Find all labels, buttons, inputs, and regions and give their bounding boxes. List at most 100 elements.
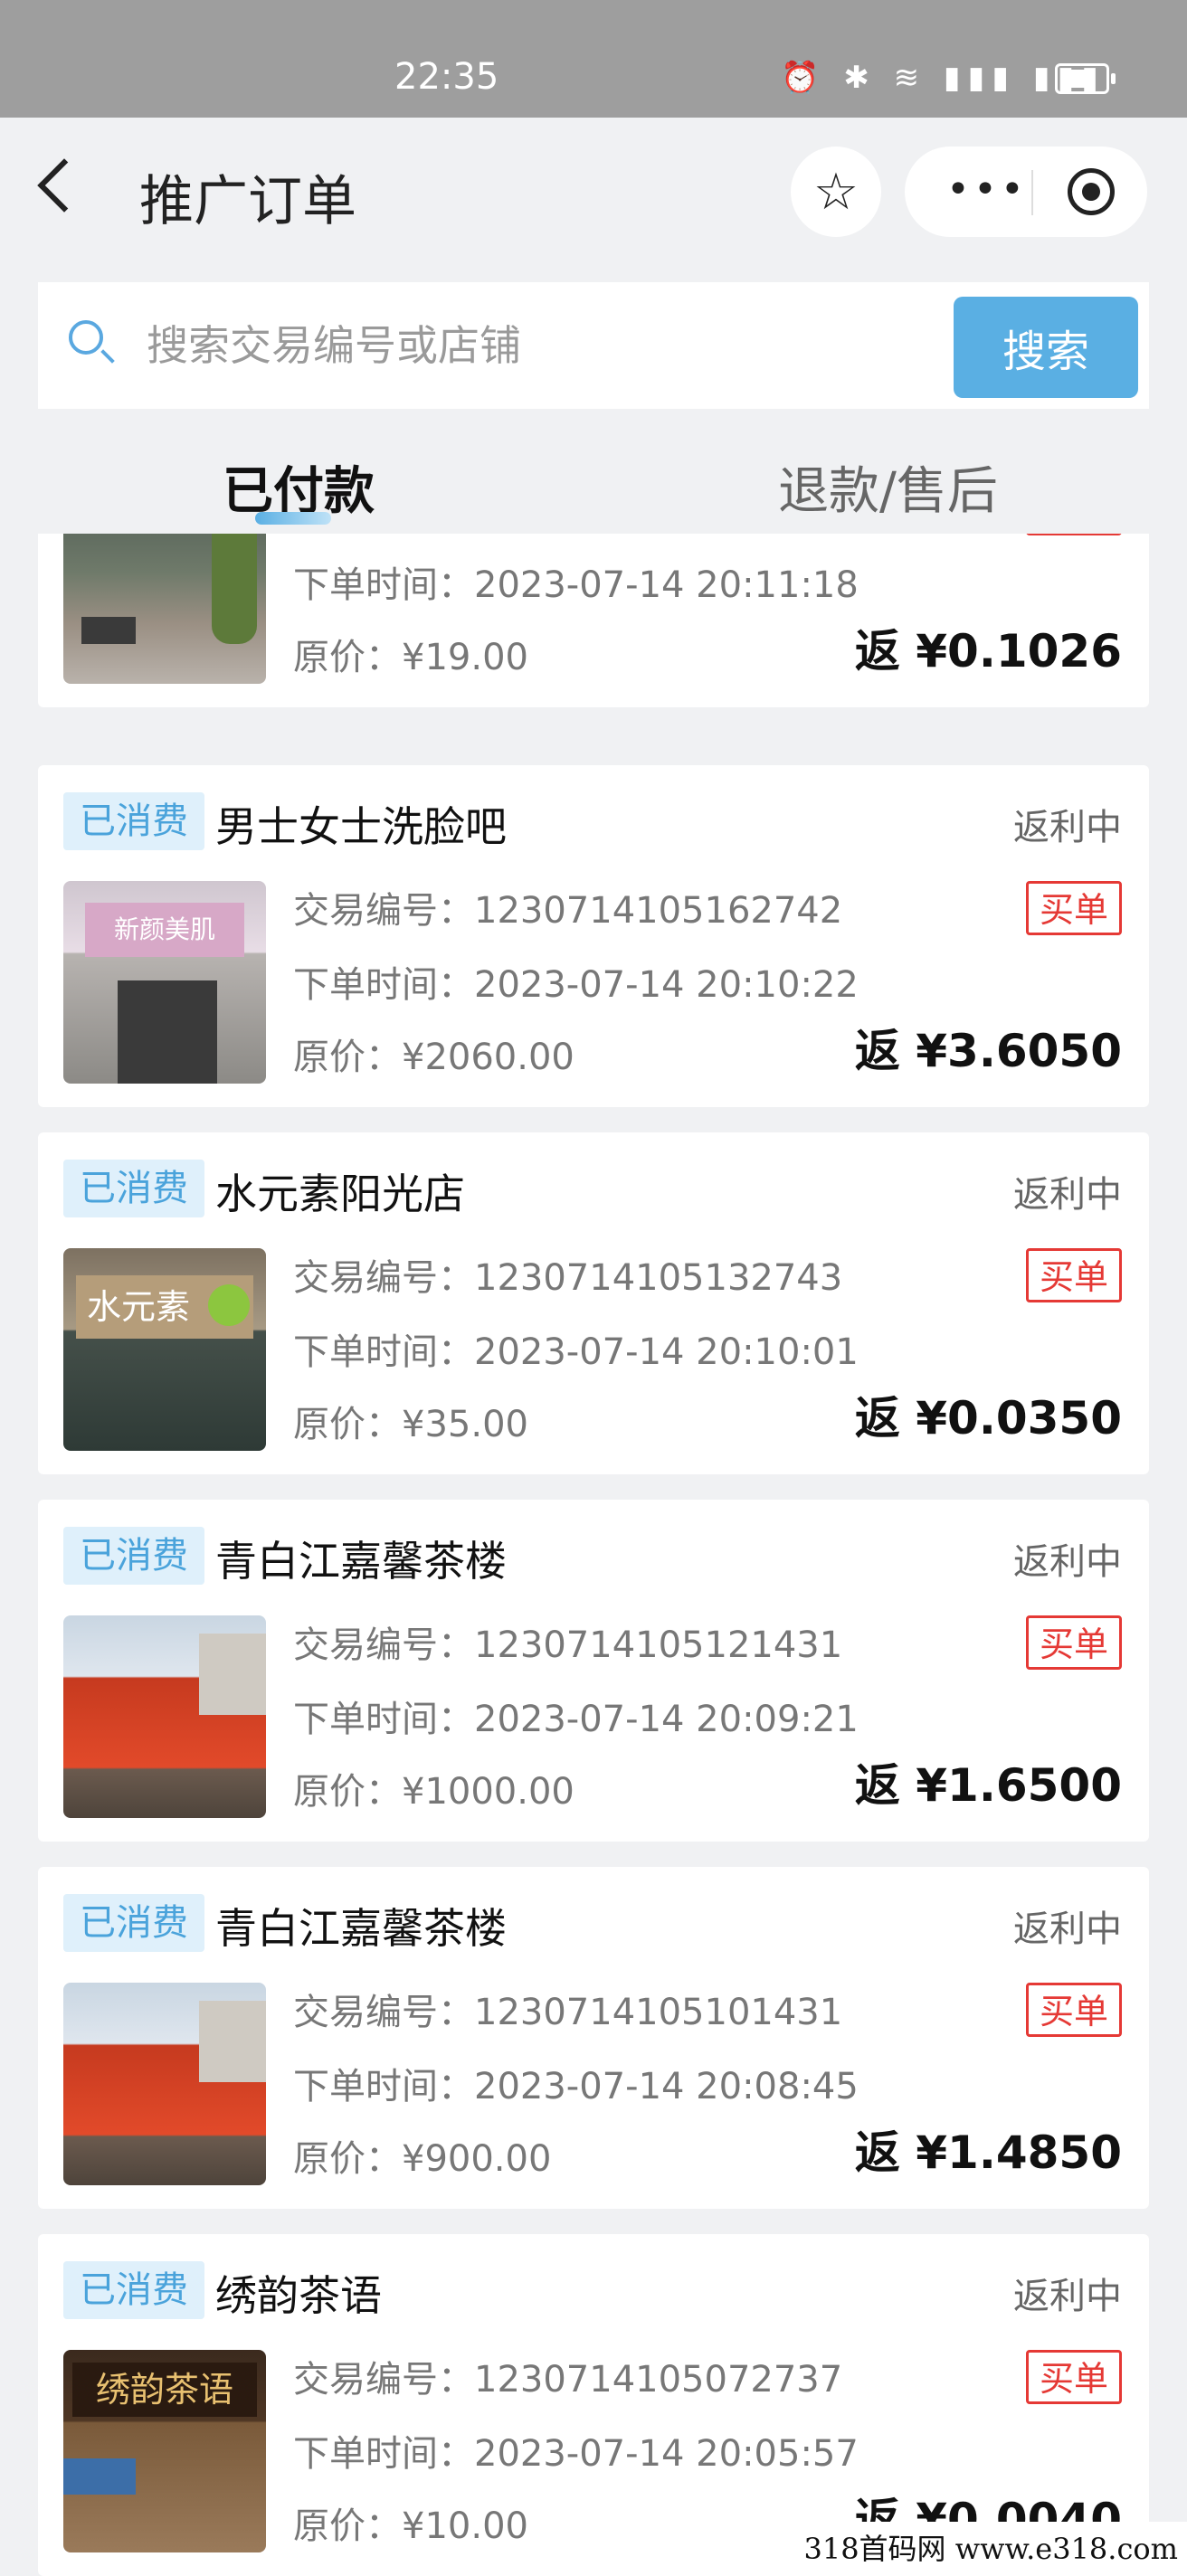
- order-time-value: 2023-07-14 20:10:01: [474, 1331, 859, 1373]
- consumed-badge: 已消费: [63, 792, 204, 850]
- trade-no-label: 交易编号：: [293, 890, 474, 932]
- site-watermark: 318首码网 www.e318.com: [791, 2522, 1187, 2576]
- order-time-row: 下单时间：2023-07-14 20:08:45: [293, 2057, 859, 2109]
- order-time-label: 下单时间：: [293, 564, 474, 606]
- order-time-value: 2023-07-14 20:10:22: [474, 964, 859, 1006]
- rebate-value: ¥0.1026: [916, 625, 1122, 677]
- order-time-row: 下单时间：2023-07-14 20:09:21: [293, 1690, 859, 1742]
- search-input[interactable]: [145, 313, 963, 378]
- rebate-value: ¥1.4850: [916, 2126, 1122, 2179]
- thumb-sign-text: 绣韵茶语: [72, 2363, 257, 2417]
- shop-name: 青白江嘉馨茶楼: [215, 1904, 507, 1953]
- rebate-amount: 返 ¥0.0350: [855, 1382, 1122, 1447]
- shop-thumbnail: [63, 1615, 266, 1818]
- tab-refund-aftersale[interactable]: 退款/售后: [778, 450, 998, 524]
- trade-no-value: 1230714105121431: [474, 1624, 843, 1666]
- shop-thumbnail: [63, 1983, 266, 2185]
- price-row: 原价：¥900.00: [293, 2129, 551, 2182]
- shop-thumbnail: 绣韵茶语: [63, 2350, 266, 2552]
- thumb-sign-text: 新颜美肌: [85, 903, 244, 957]
- price-row: 原价：¥19.00: [293, 628, 528, 680]
- star-icon[interactable]: ☆: [791, 147, 881, 237]
- order-time-label: 下单时间：: [293, 1331, 474, 1373]
- price-label: 原价：: [293, 1037, 402, 1078]
- trade-no-value: 1230714105101431: [474, 1992, 843, 2033]
- price-label: 原价：: [293, 2138, 402, 2180]
- order-list[interactable]: 买单 下单时间：2023-07-14 20:11:18 原价：¥19.00 返 …: [0, 534, 1187, 2576]
- rebate-value: ¥0.0350: [916, 1392, 1122, 1444]
- order-card[interactable]: 已消费 青白江嘉馨茶楼 返利中 交易编号：1230714105121431 买单…: [38, 1500, 1149, 1842]
- price-row: 原价：¥1000.00: [293, 1762, 575, 1814]
- buy-tag: 买单: [1026, 1615, 1122, 1670]
- trade-no-label: 交易编号：: [293, 1992, 474, 2033]
- order-time-value: 2023-07-14 20:09:21: [474, 1699, 859, 1740]
- order-tabs: 已付款 退款/售后: [0, 425, 1187, 534]
- order-time-value: 2023-07-14 20:05:57: [474, 2433, 859, 2475]
- rebate-amount: 返 ¥3.6050: [855, 1015, 1122, 1080]
- rebate-prefix: 返: [854, 1759, 900, 1812]
- target-circle-icon[interactable]: [1068, 168, 1115, 215]
- rebate-status: 返利中: [1013, 1908, 1122, 1950]
- rebate-prefix: 返: [854, 1392, 900, 1444]
- order-time-row: 下单时间：2023-07-14 20:10:01: [293, 1322, 859, 1375]
- battery-icon: [1055, 63, 1116, 94]
- shop-name: 青白江嘉馨茶楼: [215, 1537, 507, 1586]
- price-value: ¥1000.00: [402, 1771, 575, 1813]
- consumed-badge: 已消费: [63, 1160, 204, 1217]
- shop-thumbnail: [63, 534, 266, 684]
- rebate-status: 返利中: [1013, 2276, 1122, 2317]
- trade-no-value: 1230714105132743: [474, 1257, 843, 1299]
- price-row: 原价：¥2060.00: [293, 1028, 575, 1080]
- price-value: ¥2060.00: [402, 1037, 575, 1078]
- order-card[interactable]: 已消费 水元素阳光店 返利中 水元素 交易编号：1230714105132743…: [38, 1132, 1149, 1474]
- consumed-badge: 已消费: [63, 1894, 204, 1952]
- rebate-status: 返利中: [1013, 807, 1122, 848]
- price-label: 原价：: [293, 1404, 402, 1445]
- tab-active-indicator: [255, 512, 331, 525]
- shop-thumbnail: 新颜美肌: [63, 881, 266, 1084]
- trade-no-value: 1230714105162742: [474, 890, 843, 932]
- order-time-label: 下单时间：: [293, 2066, 474, 2107]
- mini-program-capsule: •••: [905, 147, 1147, 237]
- trade-no-row: 交易编号：1230714105121431: [293, 1615, 842, 1668]
- rebate-amount: 返 ¥0.1026: [855, 615, 1122, 680]
- price-label: 原价：: [293, 1771, 402, 1813]
- price-value: ¥19.00: [402, 637, 528, 678]
- price-value: ¥10.00: [402, 2505, 528, 2547]
- rebate-amount: 返 ¥1.6500: [855, 1749, 1122, 1814]
- shop-name: 绣韵茶语: [215, 2271, 382, 2320]
- rebate-prefix: 返: [854, 1025, 900, 1077]
- trade-no-value: 1230714105072737: [474, 2359, 843, 2401]
- rebate-value: ¥1.6500: [916, 1759, 1122, 1812]
- consumed-badge: 已消费: [63, 2261, 204, 2319]
- buy-tag: 买单: [1026, 1248, 1122, 1302]
- trade-no-label: 交易编号：: [293, 2359, 474, 2401]
- order-time-row: 下单时间：2023-07-14 20:10:22: [293, 955, 859, 1008]
- capsule-divider: [1031, 170, 1033, 215]
- shop-name: 水元素阳光店: [215, 1170, 465, 1218]
- order-card[interactable]: 买单 下单时间：2023-07-14 20:11:18 原价：¥19.00 返 …: [38, 534, 1149, 707]
- rebate-amount: 返 ¥1.4850: [855, 2117, 1122, 2182]
- order-time-label: 下单时间：: [293, 1699, 474, 1740]
- price-label: 原价：: [293, 2505, 402, 2547]
- chevron-left-icon[interactable]: [37, 158, 91, 213]
- order-time-label: 下单时间：: [293, 964, 474, 1006]
- status-bar: 22:35 ⏰ ✱ ≋ ▮▮▮ ▮▮▮: [0, 0, 1187, 118]
- trade-no-label: 交易编号：: [293, 1257, 474, 1299]
- price-row: 原价：¥35.00: [293, 1395, 528, 1447]
- rebate-prefix: 返: [854, 625, 900, 677]
- trade-no-label: 交易编号：: [293, 1624, 474, 1666]
- order-card[interactable]: 已消费 青白江嘉馨茶楼 返利中 交易编号：1230714105101431 买单…: [38, 1867, 1149, 2209]
- nav-bar: 推广订单 ☆ •••: [0, 118, 1187, 271]
- order-time-row: 下单时间：2023-07-14 20:11:18: [293, 555, 859, 608]
- trade-no-row: 交易编号：1230714105162742: [293, 881, 842, 933]
- search-icon: [69, 320, 103, 355]
- page-title: 推广订单: [139, 170, 356, 233]
- order-time-row: 下单时间：2023-07-14 20:05:57: [293, 2424, 859, 2477]
- order-card[interactable]: 已消费 男士女士洗脸吧 返利中 新颜美肌 交易编号：12307141051627…: [38, 765, 1149, 1107]
- order-time-value: 2023-07-14 20:08:45: [474, 2066, 859, 2107]
- price-label: 原价：: [293, 637, 402, 678]
- order-time-value: 2023-07-14 20:11:18: [474, 564, 859, 606]
- more-dots-icon[interactable]: •••: [946, 166, 1028, 213]
- search-button[interactable]: 搜索: [954, 297, 1138, 398]
